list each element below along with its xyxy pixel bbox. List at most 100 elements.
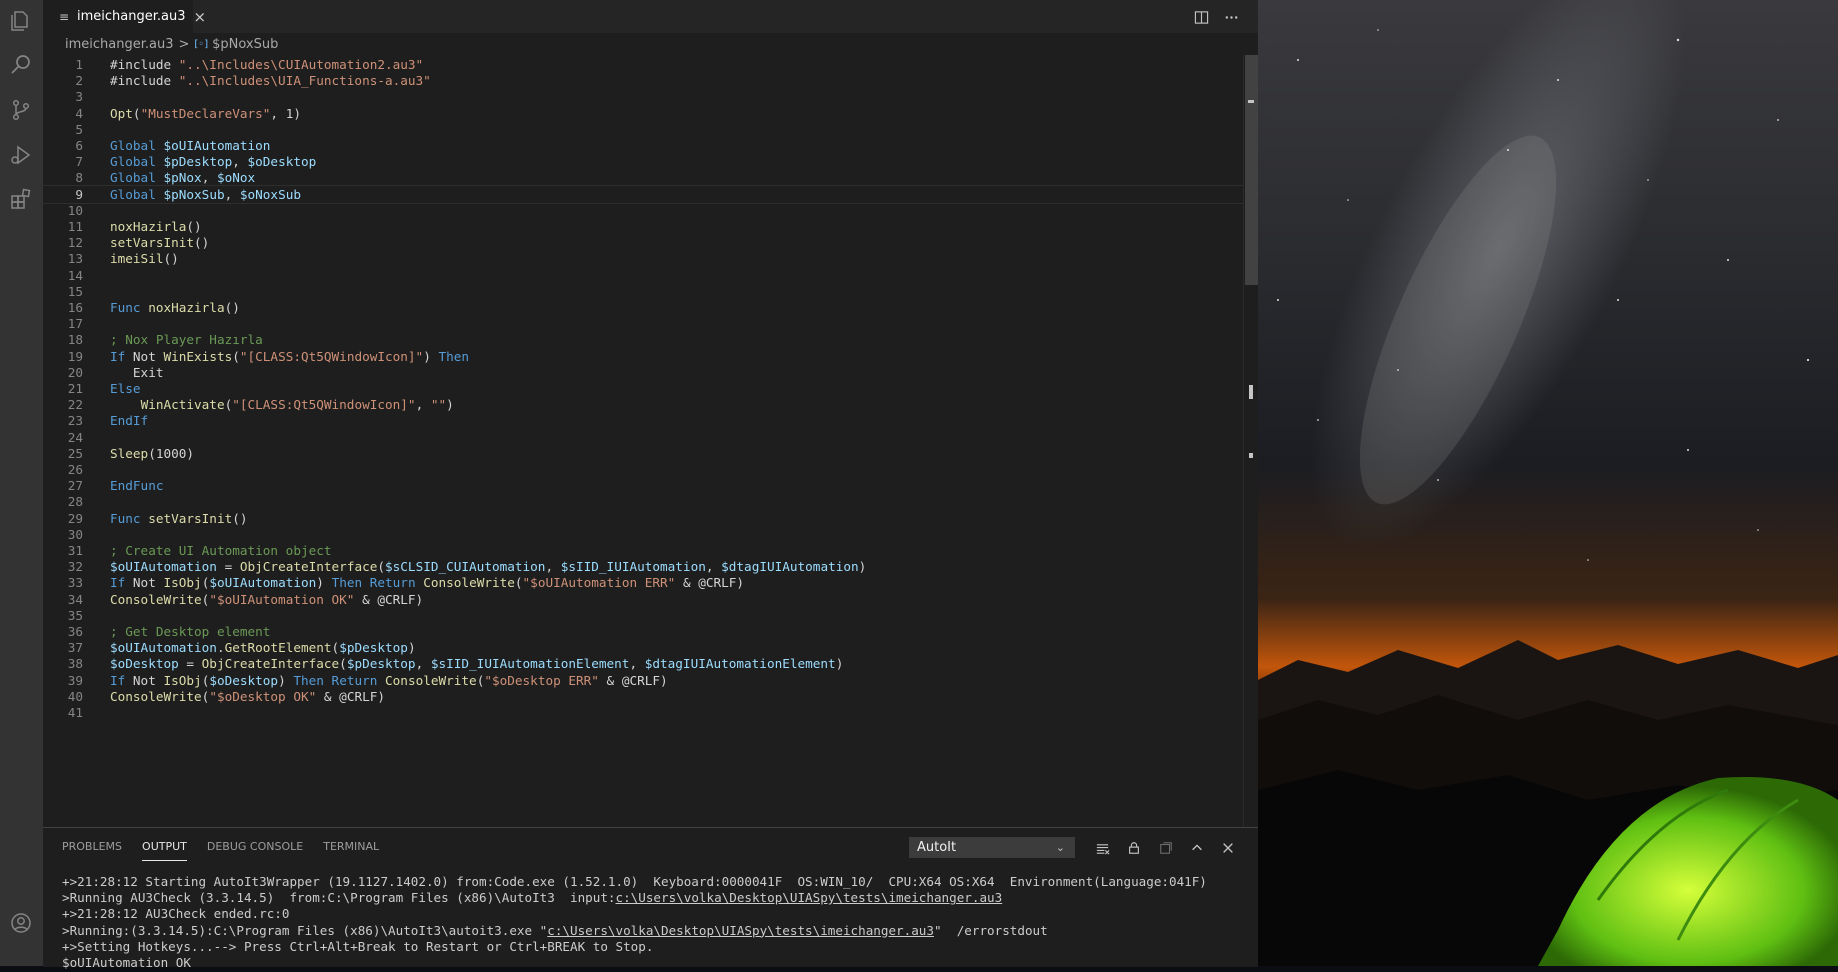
code-token: ObjCreateInterface <box>239 559 378 575</box>
code-token: Then Return <box>331 575 424 591</box>
code-token: EndFunc <box>110 478 164 494</box>
code-token: () <box>224 300 240 315</box>
output-channel-select[interactable]: AutoIt ⌄ <box>909 837 1075 858</box>
code-token: Global <box>110 186 164 202</box>
lock-scroll-icon[interactable] <box>1124 838 1144 858</box>
code-token: = <box>178 656 202 672</box>
code-token: setVarsInit <box>110 235 195 251</box>
tab-debug-console[interactable]: DEBUG CONSOLE <box>207 840 303 860</box>
scrollbar-thumb[interactable] <box>1245 55 1258 285</box>
code-line[interactable]: 41 <box>43 703 1243 722</box>
code-token: WinExists <box>163 348 233 364</box>
code-token: ) <box>446 397 454 413</box>
tab-problems[interactable]: PROBLEMS <box>62 840 122 860</box>
code-token: ) <box>316 575 332 591</box>
account-icon[interactable] <box>8 910 34 936</box>
run-debug-icon[interactable] <box>8 142 34 168</box>
code-token: If <box>110 672 133 688</box>
code-token: "..\Includes\CUIAutomation2.au3" <box>178 57 424 72</box>
bottom-panel: PROBLEMS OUTPUT DEBUG CONSOLE TERMINAL A… <box>43 827 1258 970</box>
code-token: & @CRLF) <box>598 672 668 688</box>
source-control-icon[interactable] <box>8 97 34 123</box>
code-token: ConsoleWrite <box>110 591 202 607</box>
code-token: ) <box>423 348 439 364</box>
code-token: "$oUIAutomation OK" <box>209 591 355 607</box>
output-text: $oUIAutomation OK <box>62 955 191 970</box>
tab-imeichanger[interactable]: ≡ imeichanger.au3 × <box>43 0 206 33</box>
code-token: $sIID_IUIAutomationElement <box>430 656 630 672</box>
code-token: $pDesktop <box>346 656 416 672</box>
code-token: #include <box>110 73 179 89</box>
close-panel-icon[interactable] <box>1218 838 1238 858</box>
file-link[interactable]: c:\Users\volka\Desktop\UIASpy\tests\imei… <box>547 923 934 938</box>
output-text: >Running:(3.3.14.5):C:\Program Files (x8… <box>62 922 548 938</box>
code-token: ; Create UI Automation object <box>110 543 332 558</box>
file-link[interactable]: c:\Users\volka\Desktop\UIASpy\tests\imei… <box>616 890 1003 905</box>
code-token: () <box>163 251 179 267</box>
breadcrumb-file[interactable]: imeichanger.au3 <box>65 37 174 52</box>
file-lines-icon: ≡ <box>59 9 70 24</box>
code-token: noxHazirla <box>148 300 225 315</box>
code-token: ConsoleWrite <box>110 688 202 704</box>
code-token: $pNoxSub <box>163 186 225 202</box>
chevron-down-icon: ⌄ <box>1055 841 1065 854</box>
scrollbar-marker <box>1249 385 1253 399</box>
code-token: , <box>415 397 431 413</box>
panel-tabs: PROBLEMS OUTPUT DEBUG CONSOLE TERMINAL <box>62 840 399 862</box>
code-token: $oDesktop <box>110 656 179 672</box>
code-token: ) <box>278 672 294 688</box>
code-token: ( <box>232 348 240 364</box>
code-token: ObjCreateInterface <box>201 656 340 672</box>
code-token: "$oUIAutomation ERR" <box>522 575 676 591</box>
tab-output[interactable]: OUTPUT <box>142 840 187 861</box>
explorer-icon[interactable] <box>8 8 34 34</box>
code-token: ; Get Desktop element <box>110 624 271 639</box>
code-token: Func <box>110 510 149 526</box>
tab-terminal[interactable]: TERMINAL <box>323 840 379 860</box>
code-token: $oDesktop <box>209 672 279 688</box>
code-token: ( <box>339 656 347 672</box>
code-token: Not <box>132 575 164 591</box>
code-token: ) <box>835 656 844 672</box>
split-editor-icon[interactable] <box>1190 6 1212 28</box>
search-icon[interactable] <box>8 52 34 78</box>
code-token: $oDesktop <box>247 154 317 170</box>
code-token: $pDesktop <box>339 640 408 656</box>
close-icon[interactable]: × <box>194 8 207 26</box>
extensions-icon[interactable] <box>8 186 34 212</box>
code-token: $sIID_IUIAutomation <box>560 559 706 575</box>
code-token: Then <box>438 348 470 364</box>
breadcrumb-separator: > <box>178 36 190 52</box>
code-token: () <box>194 235 210 251</box>
code-token: Exit <box>110 364 164 380</box>
breadcrumb: imeichanger.au3 > [◦] $pNoxSub <box>43 33 1258 55</box>
code-token: IsObj <box>163 672 202 688</box>
code-token: Global <box>110 154 164 170</box>
code-token: Not <box>132 348 164 364</box>
code-token: ConsoleWrite <box>385 672 477 688</box>
code-token: ; Nox Player Hazırla <box>110 332 263 348</box>
code-token: $oUIAutomation <box>110 640 217 656</box>
code-editor[interactable]: 1 #include "..\Includes\CUIAutomation2.au… <box>43 55 1243 827</box>
maximize-panel-icon[interactable] <box>1187 838 1207 858</box>
code-token: "$oDesktop OK" <box>209 688 317 704</box>
code-token: "MustDeclareVars" <box>140 105 271 121</box>
code-token: $pDesktop <box>163 154 233 170</box>
editor-scrollbar[interactable] <box>1243 55 1259 827</box>
code-token: "" <box>430 397 447 413</box>
open-log-icon[interactable] <box>1156 838 1176 858</box>
code-token: Else <box>110 381 141 396</box>
breadcrumb-symbol[interactable]: $pNoxSub <box>212 37 278 52</box>
clear-output-icon[interactable] <box>1092 838 1112 858</box>
output-text: +>21:28:12 Starting AutoIt3Wrapper (19.1… <box>62 874 1207 889</box>
code-token: $oUIAutomation <box>110 559 217 575</box>
code-token: & @CRLF) <box>354 591 424 607</box>
code-token: GetRootElement <box>224 640 332 656</box>
code-token: $sCLSID_CUIAutomation <box>385 559 546 575</box>
more-actions-icon[interactable] <box>1220 6 1242 28</box>
scrollbar-marker <box>1249 453 1253 458</box>
code-token: $dtagIUIAutomation <box>721 559 859 575</box>
code-token: = <box>216 559 240 575</box>
editor-tab-bar: ≡ imeichanger.au3 × <box>43 0 1258 33</box>
code-token: noxHazirla <box>110 219 187 234</box>
